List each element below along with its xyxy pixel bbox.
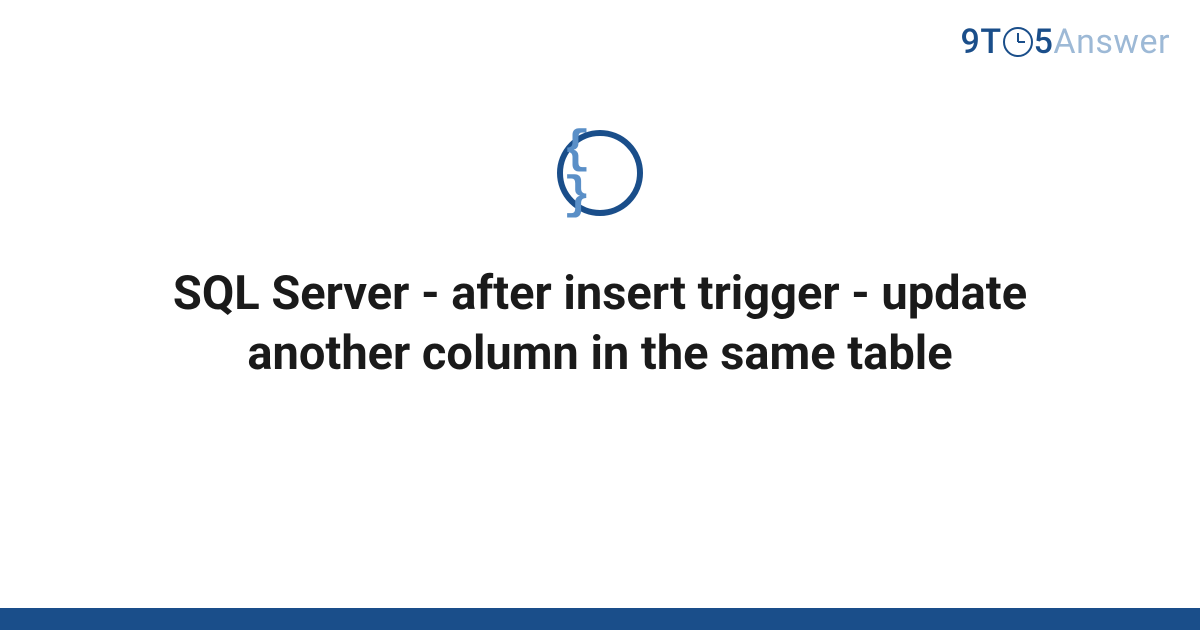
braces-glyph: { }: [563, 127, 637, 219]
footer-bar: [0, 608, 1200, 630]
clock-icon: [1003, 27, 1033, 57]
logo-5-text: 5: [1034, 22, 1054, 62]
page-title: SQL Server - after insert trigger - upda…: [120, 264, 1080, 384]
code-braces-icon: { }: [557, 130, 643, 216]
logo-answer-text: Answer: [1053, 22, 1170, 62]
site-logo: 9T 5 Answer: [961, 22, 1170, 62]
logo-9t-text: 9T: [961, 22, 1002, 62]
main-content: { } SQL Server - after insert trigger - …: [0, 130, 1200, 384]
